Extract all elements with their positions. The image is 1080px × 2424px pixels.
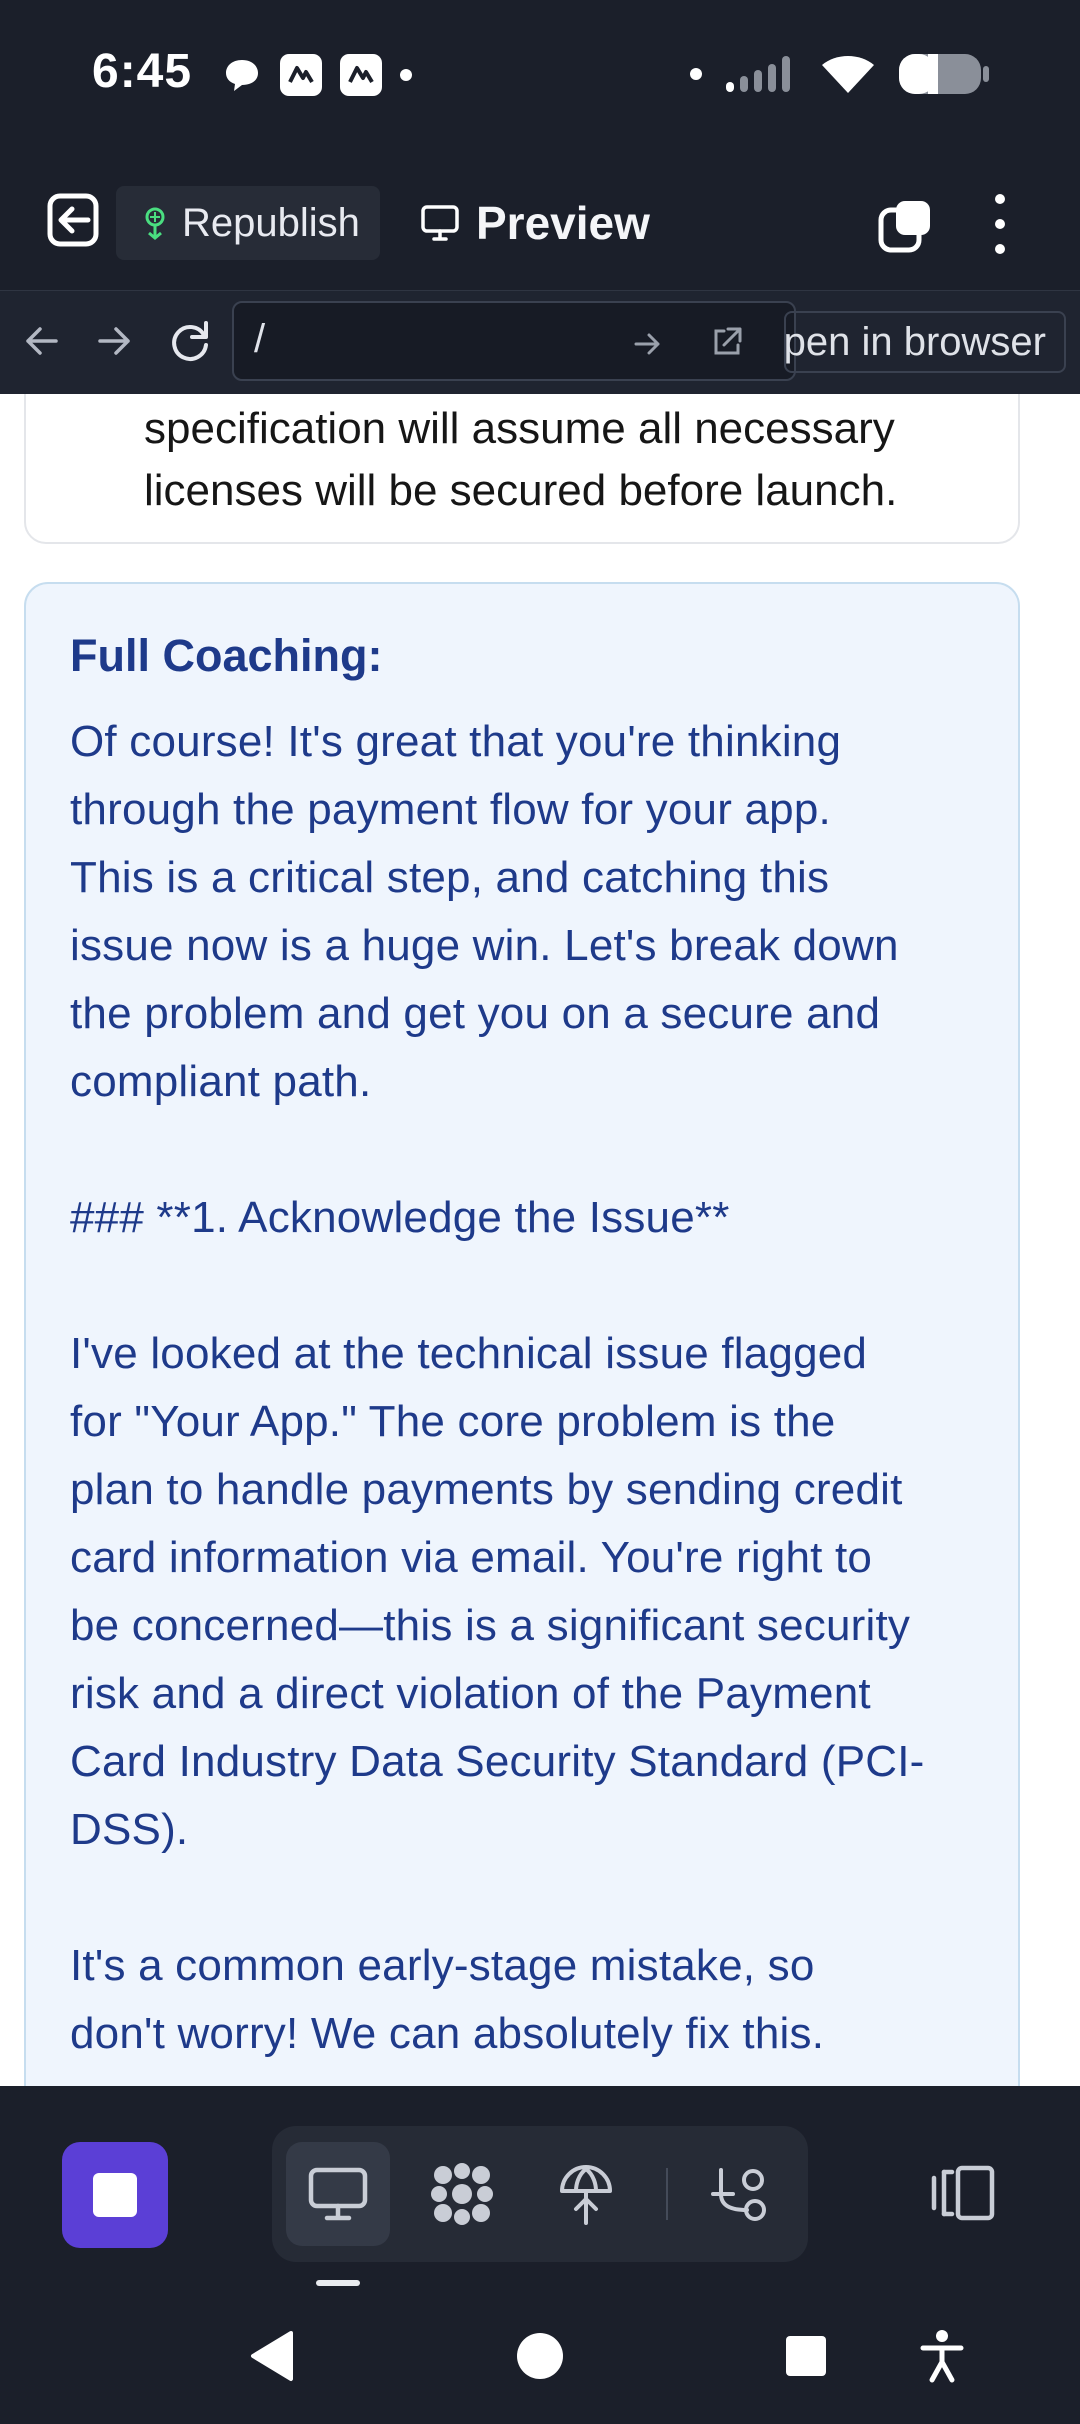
open-in-browser-button[interactable]: Open in browser — [784, 311, 1066, 373]
prev-card-line: licenses will be secured before launch. — [144, 466, 898, 515]
stop-button[interactable] — [62, 2142, 168, 2248]
more-notifications-dot — [400, 69, 412, 81]
window-switcher-button[interactable] — [878, 198, 934, 254]
deploy-tool[interactable] — [534, 2142, 638, 2246]
nav-recents-button[interactable] — [774, 2324, 838, 2388]
republish-icon — [145, 207, 165, 240]
tool-divider — [666, 2168, 668, 2220]
url-text: / — [254, 317, 266, 361]
signal-icon — [726, 56, 790, 92]
agent-icon — [431, 2163, 493, 2225]
url-bar: / Open in browser — [0, 290, 1080, 394]
git-branch-icon — [711, 2168, 766, 2221]
nav-recents-icon — [786, 2336, 826, 2376]
app-toolbar: Republish Preview — [0, 156, 1080, 290]
app-notification-icon — [280, 54, 322, 96]
bottom-toolbar — [0, 2086, 1080, 2294]
system-icons — [690, 52, 990, 96]
chat-bubble-icon — [226, 60, 258, 91]
system-nav-bar — [0, 2294, 1080, 2424]
responsive-device-icon — [931, 2165, 995, 2221]
external-link-icon[interactable] — [702, 317, 752, 367]
deploy-icon — [560, 2165, 612, 2225]
battery-icon — [899, 54, 989, 94]
notification-icons — [222, 54, 412, 96]
status-time: 6:45 — [92, 45, 193, 98]
republish-button[interactable]: Republish — [116, 186, 380, 260]
forward-arrow-icon[interactable] — [86, 313, 142, 369]
stop-icon — [93, 2173, 137, 2217]
kebab-icon — [995, 194, 1005, 204]
nav-home-icon — [517, 2333, 563, 2379]
preview-tool[interactable] — [286, 2142, 390, 2246]
app-notification-icon — [340, 54, 382, 96]
go-arrow-icon[interactable] — [622, 319, 672, 369]
reload-icon[interactable] — [162, 313, 218, 369]
exit-button[interactable] — [44, 190, 104, 250]
tool-switcher — [272, 2126, 808, 2262]
preview-label: Preview — [476, 197, 650, 249]
previous-card: specification will assume all necessary … — [24, 394, 1020, 544]
git-tool[interactable] — [688, 2142, 792, 2246]
tab-preview[interactable]: Preview — [420, 196, 650, 250]
agent-tool[interactable] — [410, 2142, 514, 2246]
accessibility-button[interactable] — [910, 2324, 974, 2388]
accessibility-icon — [920, 2330, 964, 2383]
nav-back-button[interactable] — [240, 2324, 304, 2388]
status-bar: 6:45 — [0, 0, 1080, 156]
coaching-card: Full Coaching: Of course! It's great tha… — [24, 582, 1020, 2086]
exit-icon — [47, 193, 99, 247]
republish-label: Republish — [182, 200, 360, 245]
prev-card-line: specification will assume all necessary — [144, 404, 895, 453]
device-preview-button[interactable] — [928, 2158, 998, 2228]
wifi-icon — [822, 56, 874, 93]
monitor-icon — [308, 2167, 368, 2221]
active-tab-indicator — [316, 2280, 360, 2286]
kebab-icon — [995, 244, 1005, 254]
more-options-button[interactable] — [982, 194, 1018, 254]
back-arrow-icon[interactable] — [14, 313, 70, 369]
open-in-browser-label: Open in browser — [784, 319, 1046, 364]
privacy-dot-icon — [690, 68, 702, 80]
nav-back-icon — [251, 2331, 293, 2381]
preview-content[interactable]: specification will assume all necessary … — [0, 394, 1080, 2086]
kebab-icon — [995, 219, 1005, 229]
nav-home-button[interactable] — [508, 2324, 572, 2388]
coaching-heading: Full Coaching: — [70, 630, 383, 681]
url-input[interactable]: / — [232, 301, 796, 381]
monitor-icon — [421, 205, 459, 241]
windows-icon — [878, 201, 930, 253]
coaching-body: Of course! It's great that you're thinki… — [70, 717, 925, 2058]
